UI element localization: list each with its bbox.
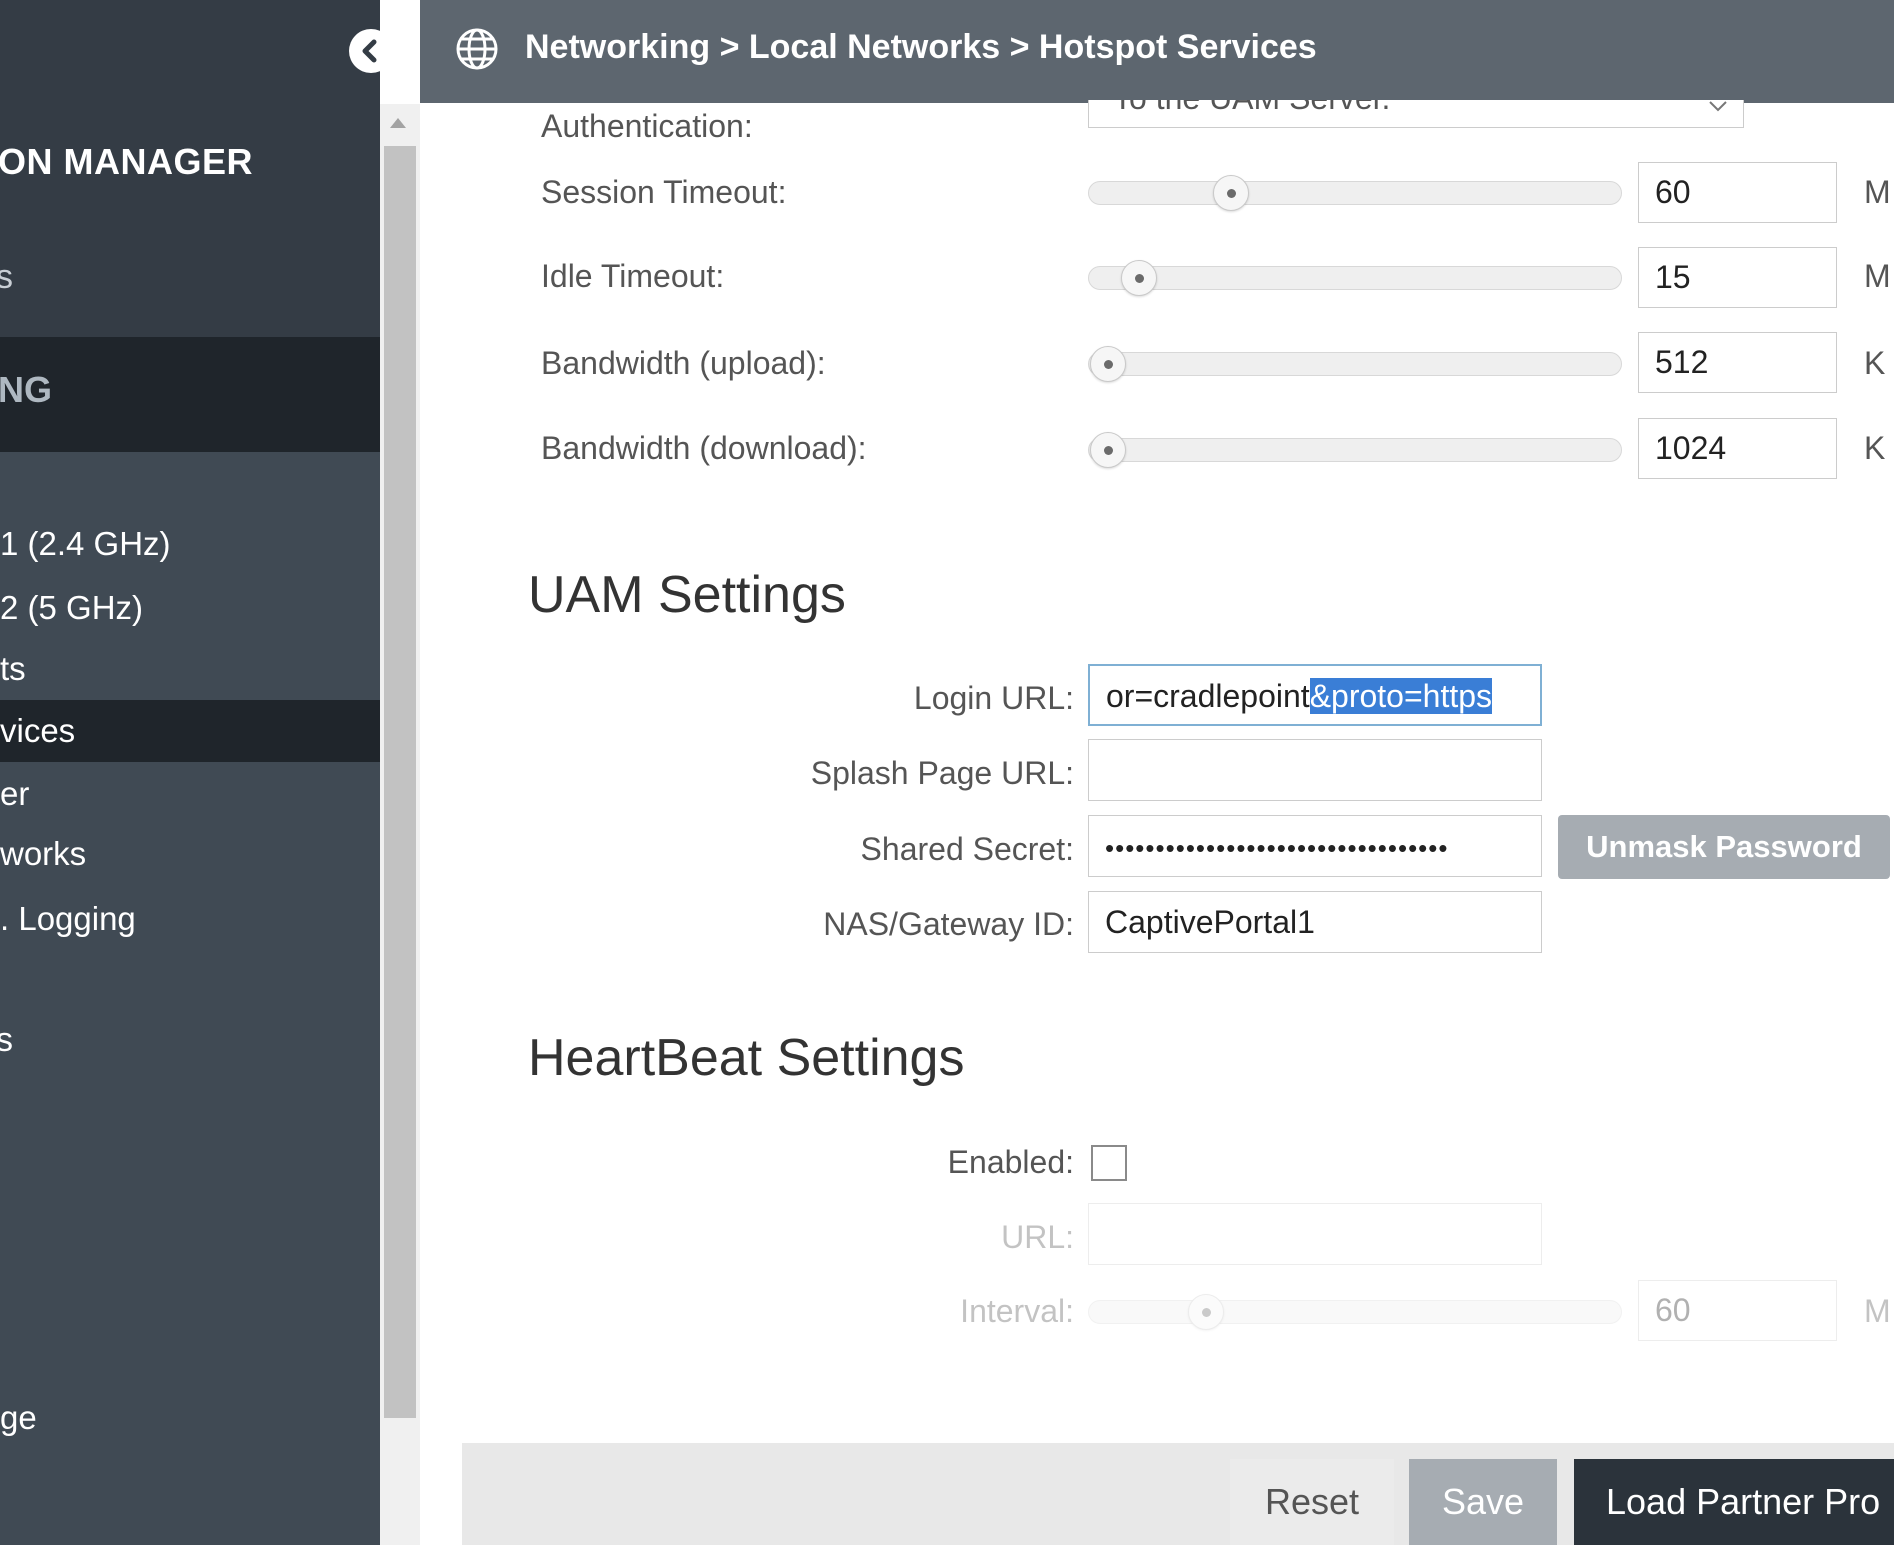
scroll-up-arrow-icon[interactable] bbox=[390, 118, 406, 128]
idle-timeout-unit: M bbox=[1864, 258, 1891, 294]
heartbeat-interval-input[interactable]: 60 bbox=[1638, 1280, 1837, 1341]
reset-button[interactable]: Reset bbox=[1230, 1459, 1394, 1545]
sidebar-item-fragment[interactable]: s bbox=[0, 258, 13, 297]
sidebar: ON MANAGER s NG 1 (2.4 GHz) 2 (5 GHz) ts… bbox=[0, 0, 380, 1545]
shared-secret-label: Shared Secret: bbox=[860, 831, 1074, 867]
bandwidth-download-label: Bandwidth (download): bbox=[541, 430, 867, 466]
authentication-label: Authentication: bbox=[541, 108, 753, 144]
heartbeat-settings-heading: HeartBeat Settings bbox=[528, 1029, 965, 1087]
bandwidth-download-unit: K bbox=[1864, 430, 1886, 466]
sidebar-item-usage[interactable]: ge bbox=[0, 1387, 380, 1449]
save-button[interactable]: Save bbox=[1409, 1459, 1557, 1545]
sidebar-item-networks[interactable]: works bbox=[0, 823, 380, 885]
login-url-text: or=cradlepoint bbox=[1106, 678, 1310, 714]
bandwidth-download-slider-handle[interactable] bbox=[1090, 432, 1126, 468]
uam-settings-heading: UAM Settings bbox=[528, 566, 846, 624]
load-partner-profile-button[interactable]: Load Partner Pro bbox=[1574, 1459, 1894, 1545]
bandwidth-download-input[interactable]: 1024 bbox=[1638, 418, 1837, 479]
heartbeat-enabled-label: Enabled: bbox=[947, 1144, 1074, 1180]
globe-icon bbox=[456, 28, 498, 70]
nas-gateway-id-label: NAS/Gateway ID: bbox=[823, 906, 1074, 942]
sidebar-section-networking[interactable]: NG bbox=[0, 369, 52, 411]
login-url-input[interactable]: or=cradlepoint&proto=https bbox=[1088, 664, 1542, 726]
splash-page-url-input[interactable] bbox=[1088, 739, 1542, 801]
bandwidth-upload-unit: K bbox=[1864, 345, 1886, 381]
heartbeat-url-input[interactable] bbox=[1088, 1203, 1542, 1265]
scrollbar-thumb[interactable] bbox=[384, 146, 416, 1418]
shared-secret-masked: •••••••••••••••••••••••••••••••••• bbox=[1105, 833, 1449, 863]
session-timeout-unit: M bbox=[1864, 174, 1891, 210]
bandwidth-upload-label: Bandwidth (upload): bbox=[541, 345, 826, 381]
heartbeat-interval-label: Interval: bbox=[960, 1293, 1074, 1329]
heartbeat-interval-slider[interactable] bbox=[1088, 1300, 1622, 1324]
unmask-password-button[interactable]: Unmask Password bbox=[1558, 815, 1890, 879]
shared-secret-input[interactable]: •••••••••••••••••••••••••••••••••• bbox=[1088, 815, 1542, 877]
sidebar-section-active bbox=[0, 337, 380, 452]
sidebar-item-ports[interactable]: ts bbox=[0, 638, 380, 700]
idle-timeout-slider[interactable] bbox=[1088, 266, 1622, 290]
collapse-sidebar-button[interactable] bbox=[349, 29, 393, 73]
sidebar-item-wifi-5[interactable]: 2 (5 GHz) bbox=[0, 577, 380, 639]
session-timeout-slider-handle[interactable] bbox=[1213, 175, 1249, 211]
session-timeout-label: Session Timeout: bbox=[541, 174, 787, 210]
authentication-select-value: To the UAM Server. bbox=[1088, 100, 1744, 128]
bandwidth-upload-input[interactable]: 512 bbox=[1638, 332, 1837, 393]
sidebar-item-logging[interactable]: . Logging bbox=[0, 888, 380, 950]
sidebar-item-hotspot-services[interactable]: vices bbox=[0, 700, 380, 762]
idle-timeout-slider-handle[interactable] bbox=[1121, 260, 1157, 296]
splash-page-url-label: Splash Page URL: bbox=[810, 755, 1074, 791]
bandwidth-download-slider[interactable] bbox=[1088, 438, 1622, 462]
sidebar-item-fragment[interactable]: s bbox=[0, 1021, 13, 1060]
chevron-left-icon bbox=[362, 39, 377, 63]
app-title: ON MANAGER bbox=[0, 141, 253, 182]
breadcrumb: Networking > Local Networks > Hotspot Se… bbox=[525, 28, 1317, 66]
chevron-down-icon bbox=[1709, 101, 1727, 112]
bandwidth-upload-slider-handle[interactable] bbox=[1090, 346, 1126, 382]
sidebar-item-wifi-24[interactable]: 1 (2.4 GHz) bbox=[0, 513, 380, 575]
session-timeout-input[interactable]: 60 bbox=[1638, 162, 1837, 223]
heartbeat-url-label: URL: bbox=[1001, 1219, 1074, 1255]
idle-timeout-input[interactable]: 15 bbox=[1638, 247, 1837, 308]
login-url-selected-text: &proto=https bbox=[1309, 678, 1493, 714]
sidebar-item-server[interactable]: er bbox=[0, 763, 380, 825]
idle-timeout-label: Idle Timeout: bbox=[541, 258, 725, 294]
bandwidth-upload-slider[interactable] bbox=[1088, 352, 1622, 376]
heartbeat-interval-unit: M bbox=[1864, 1293, 1891, 1329]
heartbeat-interval-slider-handle[interactable] bbox=[1188, 1294, 1224, 1330]
nas-gateway-id-input[interactable]: CaptivePortal1 bbox=[1088, 891, 1542, 953]
authentication-select[interactable]: To the UAM Server. bbox=[1088, 100, 1744, 129]
login-url-label: Login URL: bbox=[913, 680, 1074, 716]
heartbeat-enabled-checkbox[interactable] bbox=[1091, 1145, 1127, 1181]
session-timeout-slider[interactable] bbox=[1088, 181, 1622, 205]
